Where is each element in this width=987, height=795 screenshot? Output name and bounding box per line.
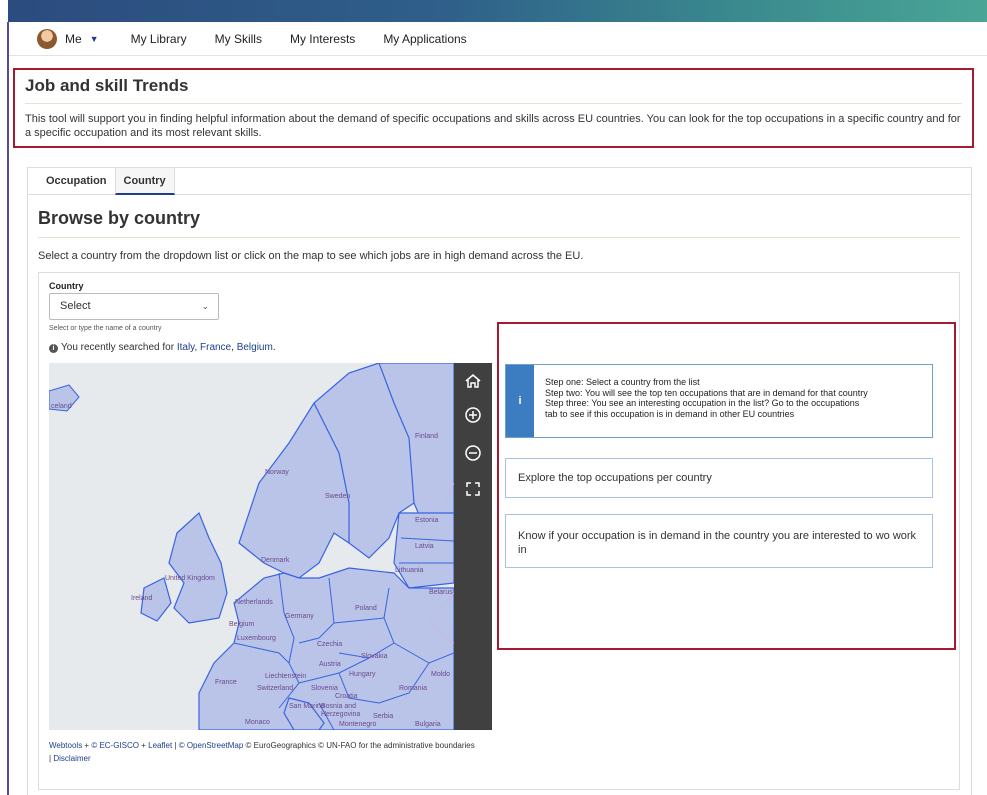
map-label-switzerland: Switzerland	[257, 685, 294, 692]
map-label-ireland: Ireland	[131, 595, 153, 602]
browse-description: Select a country from the dropdown list …	[38, 250, 584, 262]
top-navbar: Me ▼ My Library My Skills My Interests M…	[9, 22, 987, 56]
attrib-ec-gisco-link[interactable]: © EC-GISCO	[91, 741, 139, 750]
map-label-monaco: Monaco	[245, 719, 270, 726]
map-label-iceland: celand	[51, 403, 72, 410]
tab-occupation[interactable]: Occupation	[38, 168, 115, 195]
step-three-cont: tab to see if this occupation is in dema…	[545, 408, 795, 419]
map-label-uk: United Kingdom	[165, 575, 215, 582]
explore-top-occupations-card[interactable]: Explore the top occupations per country	[505, 458, 933, 498]
map-label-germany: Germany	[285, 613, 314, 620]
disclaimer-link[interactable]: Disclaimer	[53, 754, 90, 763]
map-label-luxembourg: Luxembourg	[237, 635, 276, 642]
info-icon: i	[49, 344, 58, 353]
recent-link-france[interactable]: France	[200, 342, 231, 353]
nav-item-my-interests[interactable]: My Interests	[290, 32, 355, 46]
map-label-belarus: Belarus	[429, 589, 453, 596]
step-two: Step two: You will see the top ten occup…	[545, 387, 868, 398]
nav-me[interactable]: Me	[65, 32, 82, 46]
tab-country[interactable]: Country	[114, 168, 175, 195]
map-label-lithuania: Lithuania	[395, 567, 424, 574]
map-label-finland: Finland	[415, 433, 438, 440]
recent-link-italy[interactable]: Italy	[177, 342, 195, 353]
home-icon[interactable]	[454, 369, 492, 399]
map-label-hungary: Hungary	[349, 671, 376, 678]
step-three: Step three: You see an interesting occup…	[545, 398, 860, 408]
map-label-moldova: Moldo	[431, 671, 451, 678]
nav-item-my-library[interactable]: My Library	[131, 32, 187, 46]
country-select[interactable]: Select ⌄	[49, 293, 219, 320]
recent-link-belgium[interactable]: Belgium	[237, 342, 273, 353]
browse-title: Browse by country	[38, 208, 201, 228]
map-label-france: France	[215, 679, 237, 686]
select-help-text: Select or type the name of a country	[49, 325, 162, 332]
avatar[interactable]	[37, 28, 57, 49]
map-controls	[454, 363, 492, 730]
nav-item-my-applications[interactable]: My Applications	[383, 32, 466, 46]
chevron-down-icon[interactable]: ▼	[90, 34, 99, 44]
zoom-in-icon[interactable]	[454, 403, 492, 433]
divider	[38, 237, 960, 238]
map-label-norway: Norway	[265, 469, 289, 476]
info-icon: i	[506, 365, 534, 437]
step-one: Step one: Select a country from the list	[545, 377, 700, 387]
steps-text: Step one: Select a country from the list…	[545, 377, 868, 419]
map-label-bosnia: Bosnia and Herzegovina	[321, 703, 361, 718]
recent-searches: i You recently searched for Italy, France…	[49, 342, 276, 353]
europe-map[interactable]: celand Finland Norway Sweden Estonia Lat…	[49, 363, 492, 730]
attrib-osm-link[interactable]: © OpenStreetMap	[179, 741, 244, 750]
tab-bar: Occupation Country	[28, 168, 971, 195]
map-label-czechia: Czechia	[317, 641, 343, 648]
map-label-belgium: Belgium	[229, 621, 255, 628]
chevron-down-icon: ⌄	[201, 301, 209, 311]
map-label-sweden: Sweden	[325, 493, 351, 500]
map-label-estonia: Estonia	[415, 517, 439, 524]
map-label-bulgaria: Bulgaria	[415, 721, 441, 728]
country-label: Country	[49, 281, 84, 291]
map-label-poland: Poland	[355, 605, 377, 612]
intro-section: Job and skill Trends This tool will supp…	[13, 68, 974, 148]
map-label-latvia: Latvia	[415, 543, 434, 550]
attrib-leaflet-link[interactable]: Leaflet	[148, 741, 172, 750]
left-rail-line	[7, 22, 9, 795]
map-attribution: Webtools + © EC-GISCO + Leaflet | © Open…	[49, 741, 475, 763]
country-select-value: Select	[60, 300, 91, 312]
attrib-webtools-link[interactable]: Webtools	[49, 741, 82, 750]
fullscreen-icon[interactable]	[454, 477, 492, 507]
map-label-netherlands: Netherlands	[235, 599, 273, 606]
map-label-denmark: Denmark	[261, 557, 290, 564]
steps-info-card: i Step one: Select a country from the li…	[505, 364, 933, 438]
zoom-out-icon[interactable]	[454, 441, 492, 471]
intro-description: This tool will support you in finding he…	[25, 113, 961, 139]
map-label-montenegro: Montenegro	[339, 721, 377, 728]
recent-prefix: You recently searched for	[61, 342, 175, 353]
map-label-liechtenstein: Liechtenstein	[265, 673, 307, 680]
nav-item-my-skills[interactable]: My Skills	[215, 32, 262, 46]
map-label-san-marino: San Marino	[289, 703, 325, 710]
top-header-stripe	[0, 0, 987, 22]
map-canvas[interactable]	[49, 363, 455, 730]
map-label-slovenia: Slovenia	[311, 685, 338, 692]
map-label-serbia: Serbia	[373, 713, 394, 720]
occupation-demand-card[interactable]: Know if your occupation is in demand in …	[505, 514, 933, 568]
steps-section: i Step one: Select a country from the li…	[497, 322, 956, 650]
page-title: Job and skill Trends	[25, 76, 962, 104]
map-label-slovakia: Slovakia	[361, 653, 388, 660]
map-label-croatia: Croatia	[335, 693, 358, 700]
map-label-austria: Austria	[319, 661, 341, 668]
map-label-romania: Romania	[399, 685, 428, 692]
